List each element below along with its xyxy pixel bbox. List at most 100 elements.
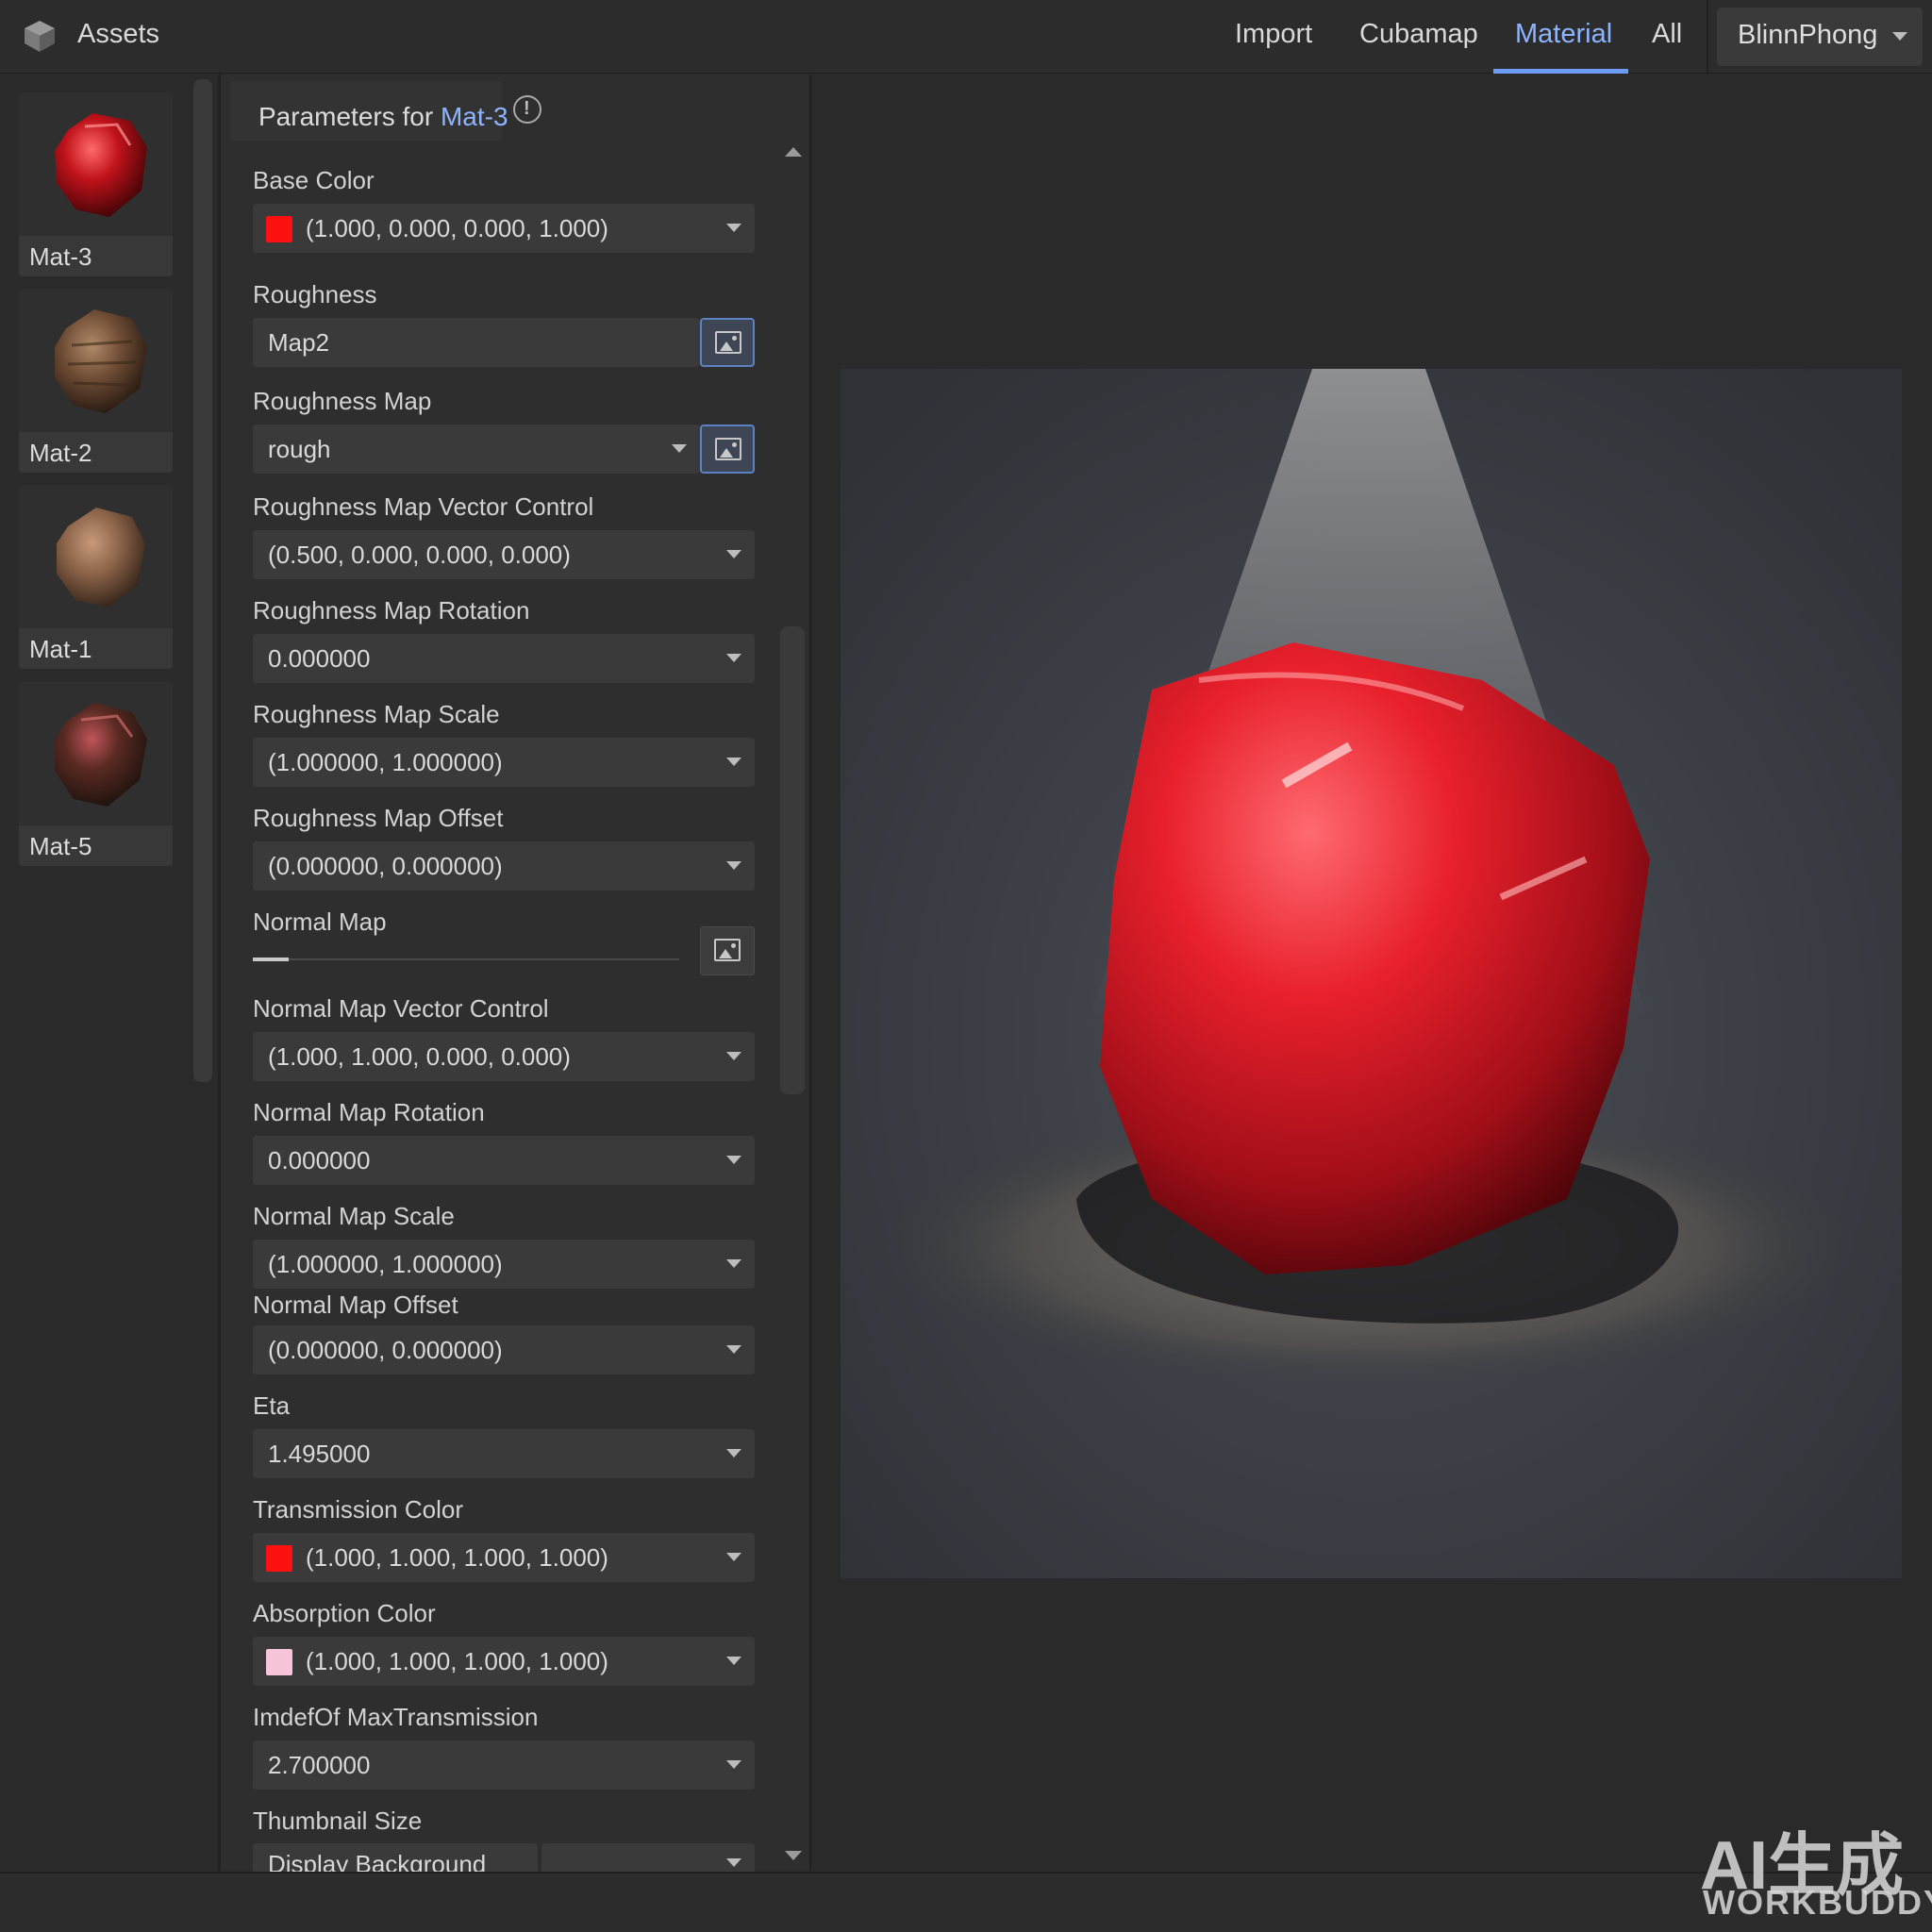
normal-map-scale-field[interactable]: (1.000000, 1.000000) [253,1240,755,1289]
status-bar [0,1872,1932,1932]
normal-map-slider-fill [253,958,289,961]
active-tab-indicator [1493,69,1628,74]
param-label-absorption-color: Absorption Color [253,1599,436,1627]
chevron-down-icon [726,550,741,558]
roughness-map-button[interactable] [700,318,755,367]
tab-cubamap[interactable]: Cubamap [1359,19,1478,50]
chevron-down-icon [726,1156,741,1164]
param-label-roughness: Roughness [253,280,377,308]
field-value: (1.000, 1.000, 1.000, 1.000) [306,1543,608,1572]
field-value: (1.000000, 1.000000) [268,1250,503,1278]
asset-name: Mat-2 [19,432,173,473]
roughness-map-vector-field[interactable]: (0.500, 0.000, 0.000, 0.000) [253,530,755,579]
field-value: (0.500, 0.000, 0.000, 0.000) [268,541,571,569]
image-icon [714,939,741,961]
normal-map-slider-track[interactable] [253,958,679,960]
param-label-normal-map-rotation: Normal Map Rotation [253,1098,485,1126]
roughness-map-scale-field[interactable]: (1.000000, 1.000000) [253,738,755,787]
eta-field[interactable]: 1.495000 [253,1429,755,1478]
param-label-thumbnail-size: Thumbnail Size [253,1807,423,1835]
thumbnail-size-dropdown[interactable] [541,1843,755,1872]
param-label-imdef-max-transmission: ImdefOf MaxTransmission [253,1703,539,1731]
field-value: 2.700000 [268,1751,371,1779]
field-value: 1.495000 [268,1440,371,1468]
param-label-roughness-map-scale: Roughness Map Scale [253,700,500,728]
field-value: (0.000000, 0.000000) [268,852,503,880]
chevron-down-icon [726,1259,741,1268]
asset-item-mat-2[interactable]: Mat-2 [19,289,173,473]
field-value: rough [268,435,331,463]
base-color-field[interactable]: (1.000, 0.000, 0.000, 1.000) [253,204,755,253]
material-thumbnail [19,485,173,628]
asset-list-scrollbar[interactable] [193,79,212,1082]
tab-all[interactable]: All [1652,19,1682,50]
tab-import[interactable]: Import [1235,19,1312,50]
asset-name: Mat-5 [19,825,173,866]
asset-name: Mat-1 [19,628,173,669]
color-swatch [266,216,292,242]
param-label-normal-map-scale: Normal Map Scale [253,1202,455,1230]
normal-map-vector-field[interactable]: (1.000, 1.000, 0.000, 0.000) [253,1032,755,1081]
cube-icon [25,21,55,52]
chevron-down-icon [726,224,741,232]
roughness-map-offset-field[interactable]: (0.000000, 0.000000) [253,841,755,891]
header-divider [1707,0,1708,74]
image-icon [715,438,741,460]
app-title: Assets [77,19,160,49]
chevron-down-icon [726,1345,741,1354]
roughness-map-texture-button[interactable] [700,425,755,474]
param-label-base-color: Base Color [253,166,375,194]
roughness-map-field[interactable]: rough [253,425,700,474]
asset-item-mat-3[interactable]: Mat-3 [19,92,173,276]
chevron-down-icon [726,1858,741,1867]
param-label-roughness-map: Roughness Map [253,387,432,415]
color-swatch [266,1545,292,1572]
imdef-max-transmission-field[interactable]: 2.700000 [253,1740,755,1790]
field-value: 0.000000 [268,644,371,673]
watermark-subtext: WORKBUDDY [1703,1883,1932,1922]
param-label-roughness-map-rotation: Roughness Map Rotation [253,596,530,625]
field-value: Display Background [268,1850,487,1872]
normal-map-rotation-field[interactable]: 0.000000 [253,1136,755,1185]
material-thumbnail [19,289,173,432]
normal-map-offset-field[interactable]: (0.000000, 0.000000) [253,1325,755,1374]
chevron-down-icon [1892,32,1907,41]
scroll-down-arrow-icon[interactable] [785,1851,802,1860]
chevron-down-icon [726,654,741,662]
transmission-color-field[interactable]: (1.000, 1.000, 1.000, 1.000) [253,1533,755,1582]
param-label-normal-map-vector: Normal Map Vector Control [253,994,549,1023]
info-icon[interactable] [513,95,541,124]
panel-title-prefix: Parameters for [258,102,434,131]
shader-select-value: BlinnPhong [1738,20,1878,50]
field-value: (1.000, 1.000, 1.000, 1.000) [306,1647,608,1675]
material-thumbnail [19,682,173,825]
param-label-normal-map: Normal Map [253,908,387,936]
param-label-roughness-map-offset: Roughness Map Offset [253,804,504,832]
image-icon [715,331,741,354]
absorption-color-field[interactable]: (1.000, 1.000, 1.000, 1.000) [253,1637,755,1686]
param-label-transmission-color: Transmission Color [253,1495,463,1524]
field-value: (1.000000, 1.000000) [268,748,503,776]
asset-name: Mat-3 [19,236,173,276]
color-swatch [266,1649,292,1675]
normal-map-texture-button[interactable] [700,926,755,975]
panel-material-name: Mat-3 [440,102,508,131]
field-value: Map2 [268,328,330,357]
scroll-up-arrow-icon[interactable] [785,147,802,157]
tab-material[interactable]: Material [1515,19,1612,50]
top-bar: Assets Import Cubamap Material All Blinn… [0,0,1932,74]
param-label-roughness-map-vector: Roughness Map Vector Control [253,492,594,521]
chevron-down-icon [726,1657,741,1665]
chevron-down-icon [726,861,741,870]
roughness-field[interactable]: Map2 [253,318,700,367]
shader-select[interactable]: BlinnPhong [1717,8,1923,66]
parameter-panel-scrollbar[interactable] [780,626,805,1094]
material-thumbnail [19,92,173,236]
material-preview-render[interactable] [841,369,1902,1578]
panel-header: Parameters for Mat-3 [230,82,508,141]
asset-item-mat-1[interactable]: Mat-1 [19,485,173,669]
roughness-map-rotation-field[interactable]: 0.000000 [253,634,755,683]
asset-item-mat-5[interactable]: Mat-5 [19,682,173,866]
field-value: (1.000, 0.000, 0.000, 1.000) [306,214,608,242]
thumbnail-size-field[interactable]: Display Background [253,1843,538,1872]
